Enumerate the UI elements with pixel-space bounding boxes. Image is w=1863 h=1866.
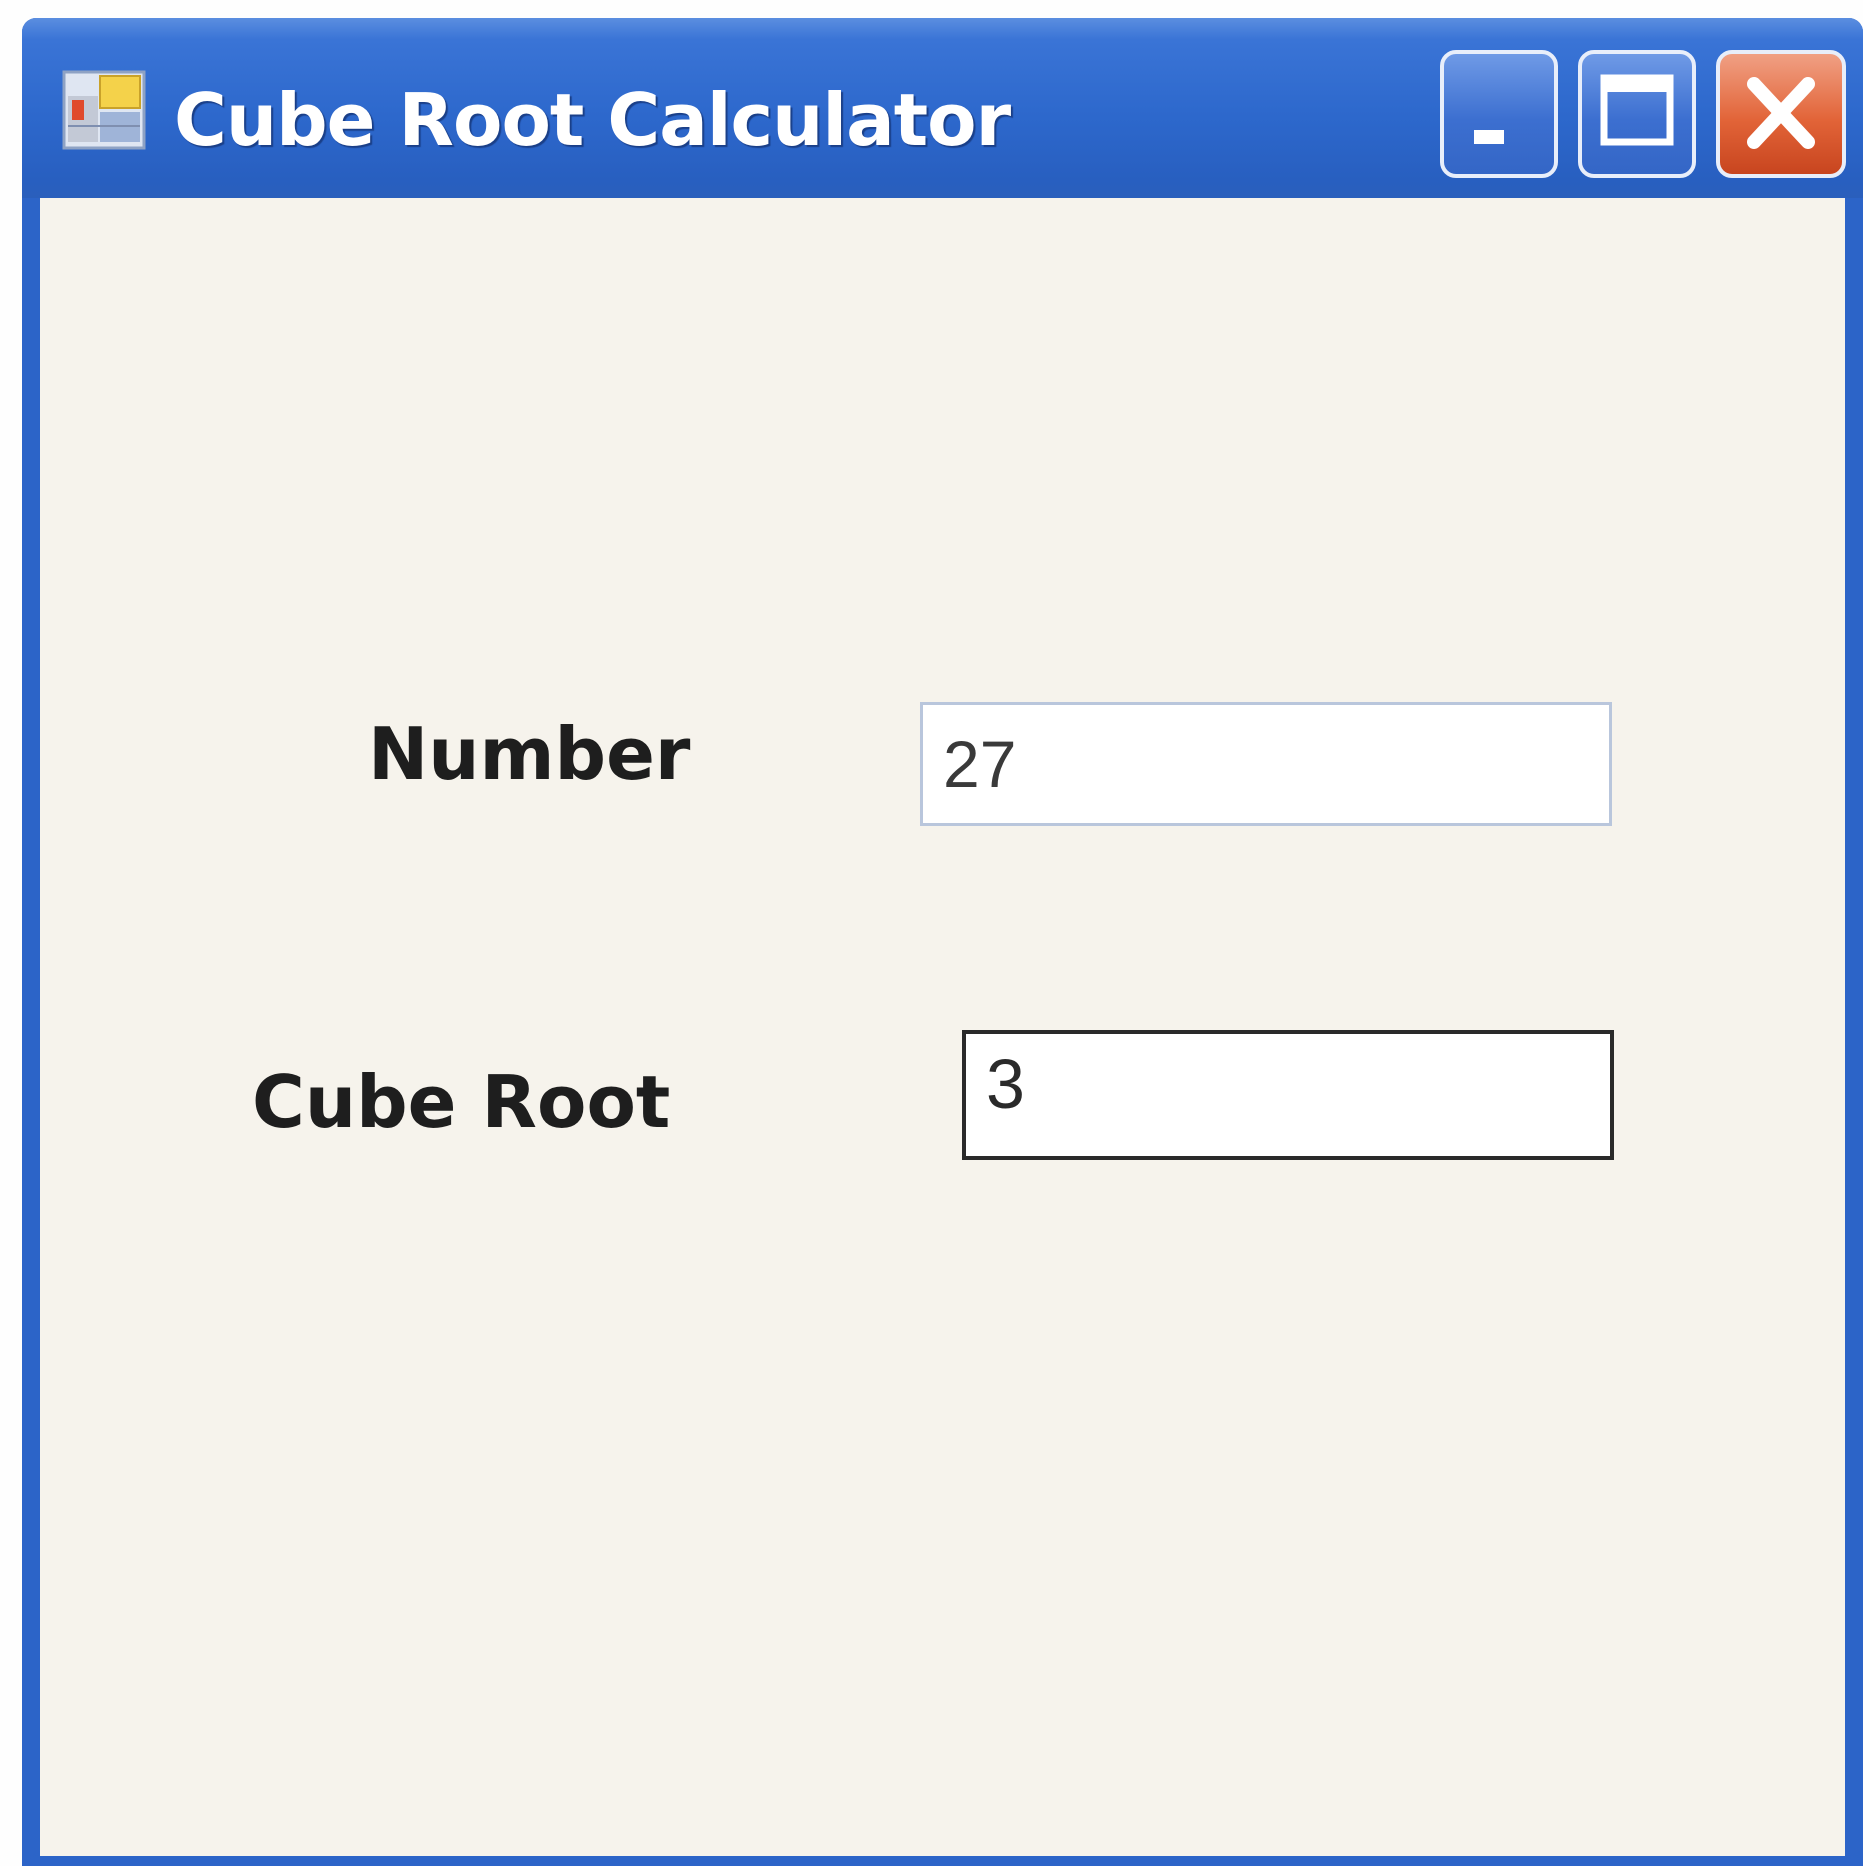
cube-root-label: Cube Root <box>252 1060 671 1144</box>
maximize-button[interactable] <box>1578 50 1696 178</box>
minimize-icon <box>1474 130 1504 144</box>
close-icon <box>1747 77 1815 149</box>
close-button[interactable] <box>1716 50 1846 178</box>
number-input[interactable]: 27 <box>920 702 1612 826</box>
title-bar[interactable]: Cube Root Calculator <box>22 18 1863 198</box>
app-icon <box>62 70 146 150</box>
cube-root-output[interactable]: 3 <box>962 1030 1614 1160</box>
maximize-icon <box>1600 74 1674 146</box>
window-bottom-border <box>22 1858 1863 1866</box>
screenshot: Cube Root Calculator Number 27 Cube Root… <box>0 0 1863 1866</box>
window-title: Cube Root Calculator <box>174 78 1011 162</box>
app-window: Cube Root Calculator Number 27 Cube Root… <box>22 18 1863 1866</box>
form-client-area: Number 27 Cube Root 3 <box>40 198 1845 1856</box>
minimize-button[interactable] <box>1440 50 1558 178</box>
number-label: Number <box>368 712 691 796</box>
